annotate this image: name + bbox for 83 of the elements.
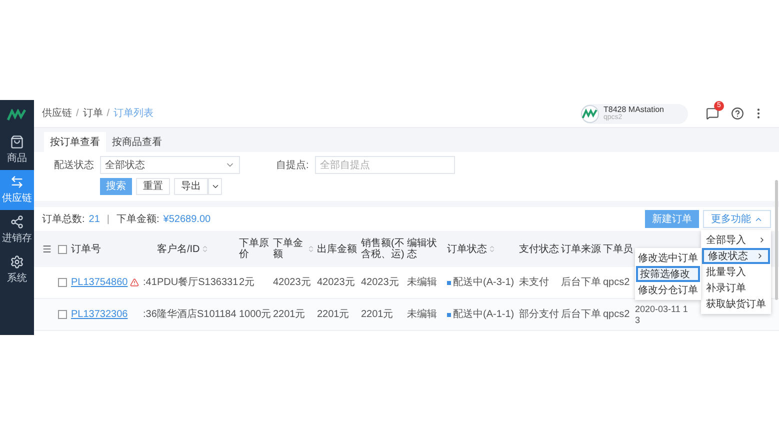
caret-icon (210, 182, 220, 191)
table-cell-text: :41 (143, 276, 157, 290)
more-functions-button[interactable]: 更多功能 (703, 210, 771, 228)
table-cell-text: 后台下单 (561, 276, 601, 290)
logo-icon (7, 109, 27, 121)
table-cell-text: 部分支付 (519, 308, 559, 322)
column-header: 销售额(不含税、运) (361, 238, 405, 260)
table-cell-text: 2201元 (273, 308, 306, 322)
menu-item[interactable]: 全部导入 (702, 232, 770, 248)
table-cell-text: 2201元 (317, 308, 350, 322)
filter-label: 自提点: (276, 158, 309, 172)
sidebar-item[interactable]: 进销存 (0, 210, 34, 250)
table-cell-text: 1000元 (239, 308, 272, 322)
export-dropdown-button[interactable] (208, 178, 222, 195)
summary-label: 下单金额: (116, 212, 160, 226)
menu-item[interactable]: 修改选中订单 (636, 250, 700, 266)
bag-icon (10, 134, 24, 148)
sidebar-item[interactable]: 系统 (0, 250, 34, 290)
pickup-field[interactable]: 全部自提点 (314, 156, 455, 174)
table-cell-text: 配送中(A-3-1) (453, 276, 514, 290)
row-checkbox[interactable] (58, 310, 66, 319)
summary-separator: | (106, 212, 110, 226)
account-name: T8428 MAstation (604, 106, 664, 114)
menu-item[interactable]: 补录订单 (702, 280, 770, 296)
logo-icon (582, 108, 598, 120)
help-icon[interactable] (731, 107, 744, 120)
column-header: 编辑状态 (407, 238, 438, 260)
view-tab[interactable]: 按订单查看 (44, 132, 106, 152)
filter-button[interactable]: 重置 (136, 178, 170, 195)
table-cell-text: 2元 (239, 276, 255, 290)
summary-label: 订单总数: (42, 212, 85, 226)
share-icon (10, 214, 24, 228)
summary-count: 21 (88, 212, 100, 226)
filter-label: 配送状态 (53, 158, 94, 172)
breadcrumb-link[interactable]: 订单 (82, 106, 103, 121)
filter-button[interactable]: 导出 (174, 178, 208, 195)
sidebar-item[interactable]: 商品 (0, 130, 34, 170)
column-header: 订单号 (71, 244, 101, 254)
gear-icon (10, 254, 24, 268)
menu-item[interactable]: 按筛选修改 (636, 266, 700, 282)
column-header: 订单来源 (561, 244, 601, 254)
column-header: 支付状态 (519, 244, 559, 254)
breadcrumb-separator: / (76, 107, 79, 121)
breadcrumb-separator: / (106, 107, 110, 121)
column-header: 下单金额 (273, 238, 304, 260)
table-cell-text: 未编辑 (407, 308, 437, 322)
table-cell-text: :36 (143, 308, 157, 322)
column-header: 下单原价 (239, 238, 270, 260)
menu-item[interactable]: 修改状态 (702, 248, 770, 264)
status-select[interactable]: 全部状态 (100, 156, 240, 174)
scrollbar[interactable] (775, 180, 778, 300)
column-settings-icon[interactable] (42, 244, 52, 254)
row-checkbox[interactable] (58, 278, 66, 287)
table-cell-text: qpcs2 (603, 276, 630, 290)
view-tab[interactable]: 按商品查看 (106, 132, 168, 152)
table-cell-text: 42023元 (273, 276, 311, 290)
table-cell: 2020-03-11 1 (635, 304, 688, 314)
summary-amount: ¥52689.00 (163, 212, 211, 226)
menu-item[interactable]: 批量导入 (702, 264, 770, 280)
table-cell-text: 配送中(A-1-1) (453, 308, 514, 322)
table-cell-text: 2201元 (361, 308, 394, 322)
header-checkbox[interactable] (58, 244, 66, 254)
column-header: 出库金额 (317, 244, 357, 254)
table-cell-text: 42023元 (317, 276, 355, 290)
table-cell-text: PDU餐厅S136331 (157, 276, 238, 290)
sort-icon[interactable] (307, 245, 315, 253)
table-cell-text: 3 (635, 314, 642, 326)
menu-item[interactable]: 获取缺货订单 (702, 296, 770, 312)
sort-icon[interactable] (200, 245, 209, 253)
swap-arrows-icon (10, 174, 24, 188)
table-cell-text: 未编辑 (407, 276, 437, 290)
menu-item[interactable]: 修改分仓订单 (636, 282, 700, 298)
message-icon[interactable] (706, 107, 719, 120)
table-cell-text: 42023元 (361, 276, 399, 290)
table-cell-text: qpcs2 (603, 308, 630, 322)
table-cell-text: 隆华酒店S101184 (157, 308, 236, 322)
breadcrumb-link[interactable]: 供应链 (42, 106, 72, 121)
table-cell-text: 后台下单 (561, 308, 601, 322)
column-header: 客户名/ID (157, 244, 200, 254)
column-header: 订单状态 (447, 244, 487, 254)
column-header: 下单员 (603, 244, 633, 254)
table-cell-text: 未支付 (519, 276, 549, 290)
sort-icon[interactable] (488, 245, 496, 253)
